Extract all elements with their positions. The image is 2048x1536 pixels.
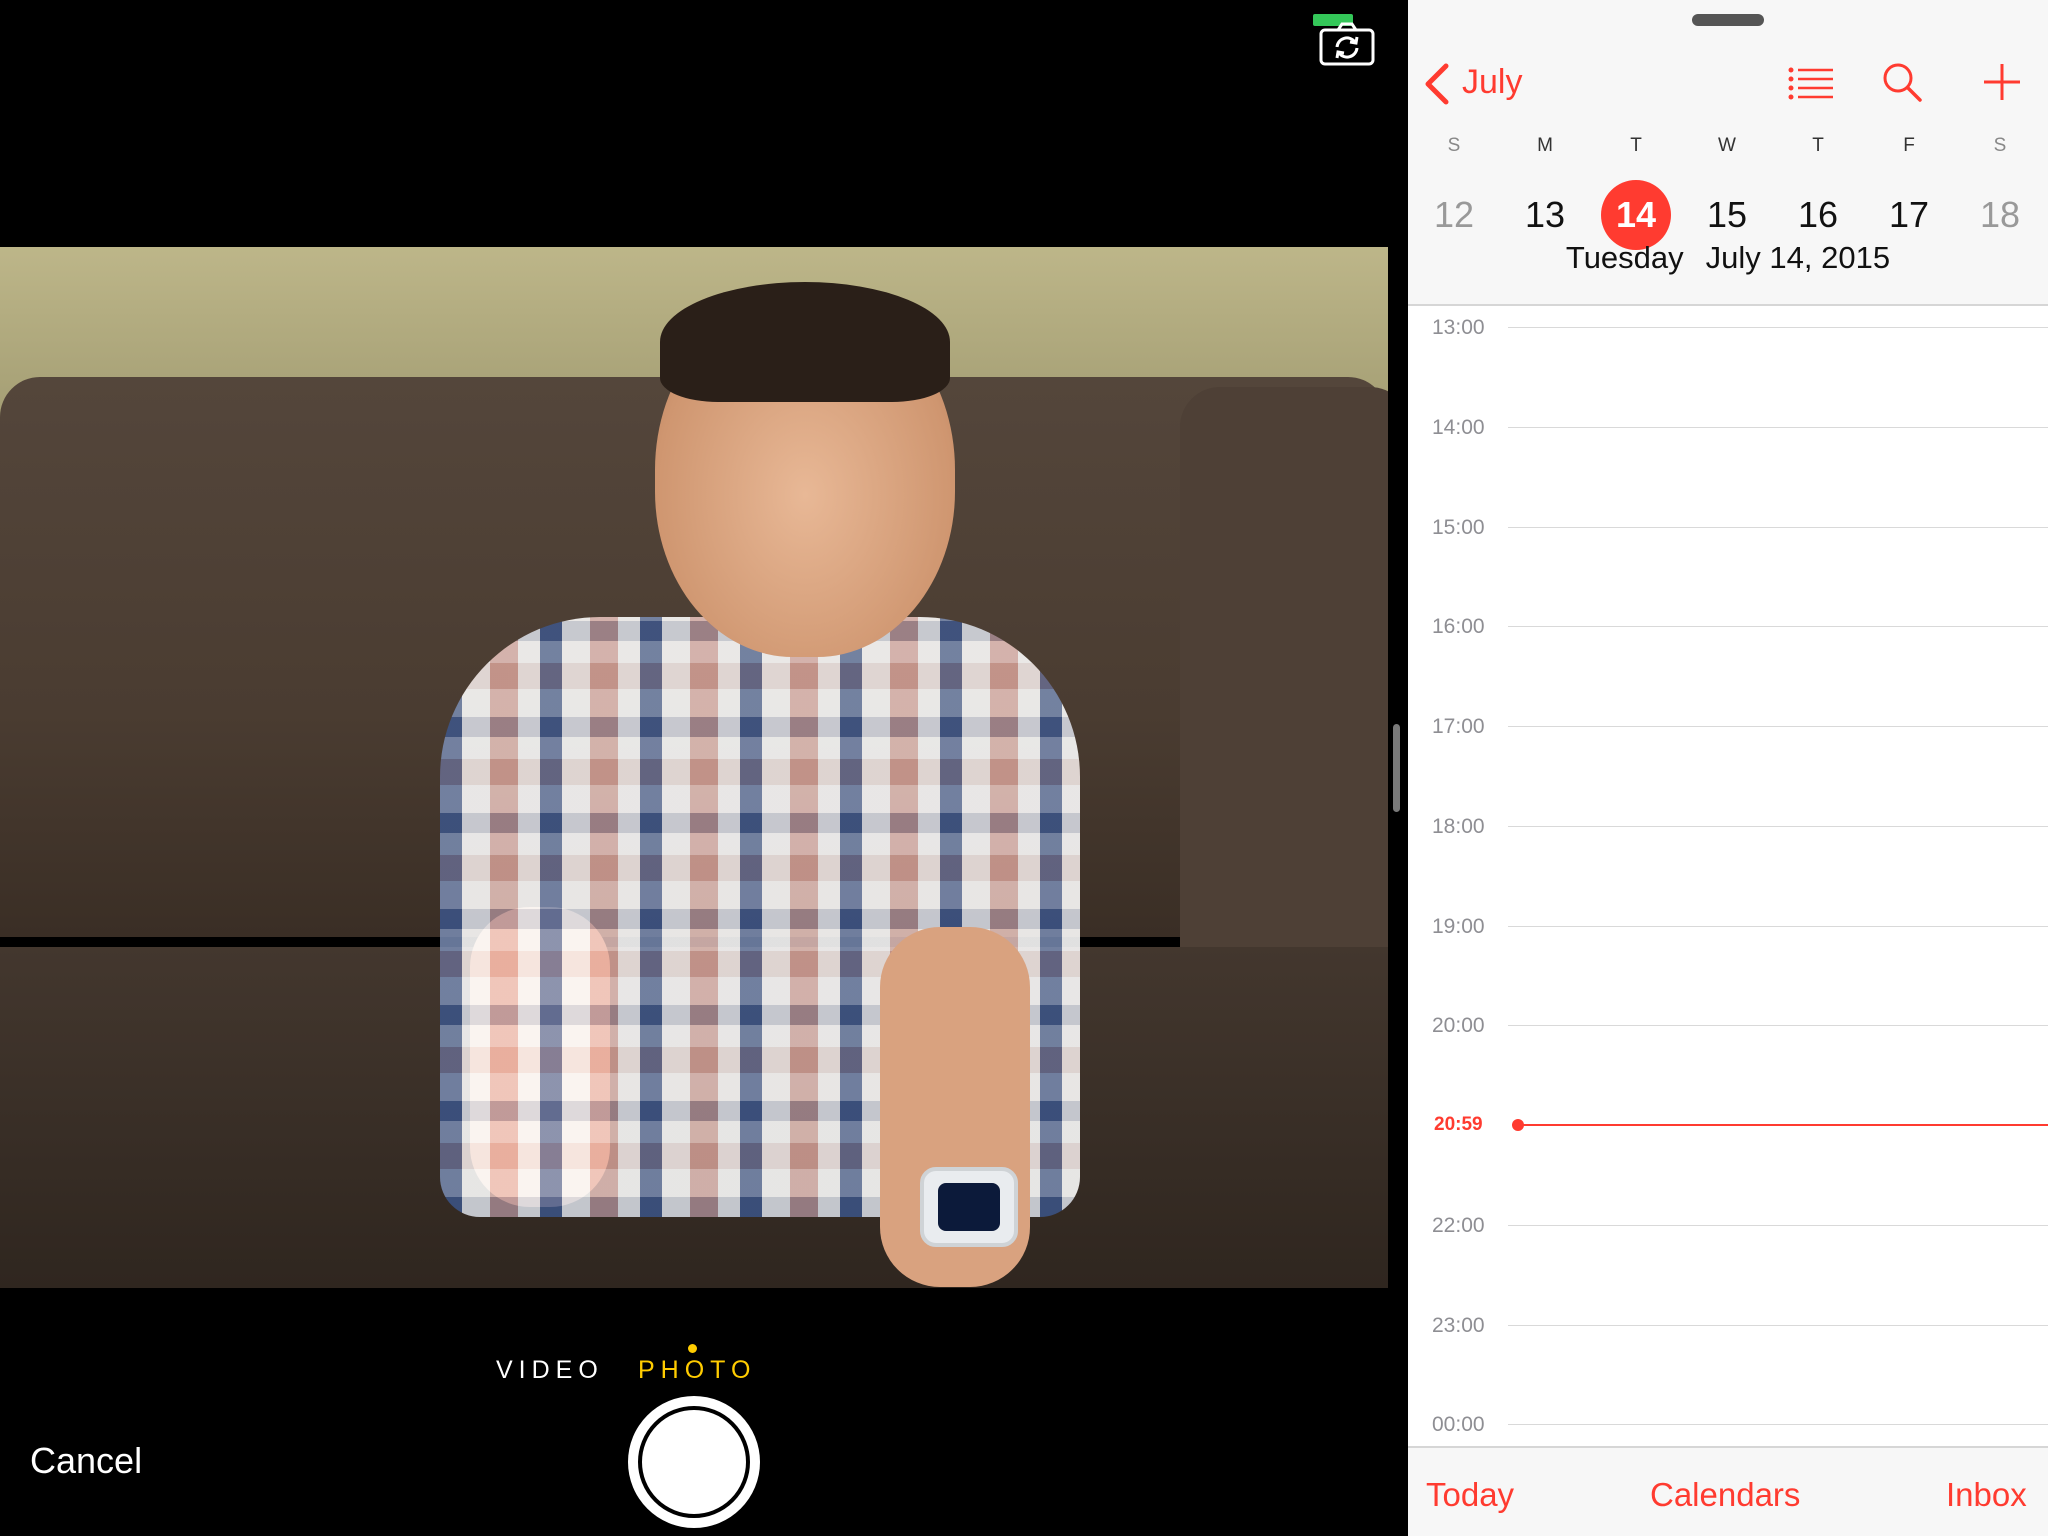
hour-line bbox=[1508, 926, 2048, 927]
hour-line bbox=[1508, 626, 2048, 627]
selected-date-caption: Tuesday July 14, 2015 bbox=[1408, 240, 2048, 276]
chevron-left-icon[interactable] bbox=[1422, 62, 1452, 106]
hour-line bbox=[1508, 427, 2048, 428]
weekday-label: T bbox=[1630, 135, 1642, 156]
hour-line bbox=[1508, 1225, 2048, 1226]
split-view-handle[interactable] bbox=[1393, 724, 1400, 812]
hour-label: 16:00 bbox=[1432, 615, 1485, 638]
hour-label: 18:00 bbox=[1432, 815, 1485, 838]
weekday-label: F bbox=[1903, 135, 1915, 156]
day-timeline[interactable]: 13:00 14:00 15:00 16:00 17:00 18:00 19:0… bbox=[1408, 304, 2048, 1446]
weekday-label: W bbox=[1718, 135, 1736, 156]
mode-photo[interactable]: PHOTO bbox=[638, 1356, 756, 1385]
hour-label: 15:00 bbox=[1432, 516, 1485, 539]
caption-date: July 14, 2015 bbox=[1705, 240, 1891, 275]
calendars-button[interactable]: Calendars bbox=[1650, 1476, 1800, 1514]
camera-flip-icon[interactable] bbox=[1318, 20, 1376, 66]
hour-line bbox=[1508, 1325, 2048, 1326]
calendar-pane: July S M T W T F S 12 13 14 15 16 17 18 … bbox=[1408, 0, 2048, 1536]
weekday-label: T bbox=[1812, 135, 1824, 156]
hour-label: 13:00 bbox=[1432, 316, 1485, 339]
caption-weekday: Tuesday bbox=[1565, 240, 1684, 275]
hour-line bbox=[1508, 327, 2048, 328]
search-icon[interactable] bbox=[1882, 62, 1922, 102]
calendar-toolbar: Today Calendars Inbox bbox=[1408, 1446, 2048, 1536]
calendar-header: July S M T W T F S 12 13 14 15 16 17 18 … bbox=[1408, 0, 2048, 306]
weekday-label: M bbox=[1537, 135, 1553, 156]
shutter-inner-ring bbox=[638, 1406, 750, 1518]
hour-label: 20:00 bbox=[1432, 1014, 1485, 1037]
list-icon[interactable] bbox=[1788, 66, 1834, 100]
child-hair bbox=[660, 282, 950, 402]
sofa-cushion bbox=[1180, 387, 1388, 987]
hour-label: 22:00 bbox=[1432, 1214, 1485, 1237]
hour-line bbox=[1508, 1424, 2048, 1425]
camera-controls: VIDEO PHOTO Cancel bbox=[0, 1288, 1408, 1536]
current-time-label: 20:59 bbox=[1434, 1114, 1483, 1135]
month-back-label[interactable]: July bbox=[1462, 63, 1522, 102]
shutter-button[interactable] bbox=[628, 1396, 760, 1528]
hour-line bbox=[1508, 726, 2048, 727]
inbox-button[interactable]: Inbox bbox=[1946, 1476, 2027, 1514]
hour-label: 17:00 bbox=[1432, 715, 1485, 738]
current-time-line bbox=[1518, 1124, 2048, 1126]
camera-pane: VIDEO PHOTO Cancel bbox=[0, 0, 1408, 1536]
hour-label: 00:00 bbox=[1432, 1413, 1485, 1436]
selected-mode-indicator bbox=[688, 1344, 697, 1353]
hour-line bbox=[1508, 1025, 2048, 1026]
hour-label: 14:00 bbox=[1432, 416, 1485, 439]
cancel-button[interactable]: Cancel bbox=[30, 1440, 142, 1482]
camera-viewfinder[interactable] bbox=[0, 247, 1388, 1288]
hour-label: 19:00 bbox=[1432, 915, 1485, 938]
today-button[interactable]: Today bbox=[1426, 1476, 1514, 1514]
watch-face bbox=[938, 1183, 1000, 1231]
hour-label: 23:00 bbox=[1432, 1314, 1485, 1337]
smartwatch bbox=[920, 1167, 1018, 1247]
add-icon[interactable] bbox=[1982, 62, 2022, 102]
mode-video[interactable]: VIDEO bbox=[496, 1356, 604, 1385]
hour-line bbox=[1508, 826, 2048, 827]
weekday-label: S bbox=[1993, 135, 2007, 156]
hour-line bbox=[1508, 527, 2048, 528]
weekday-label: S bbox=[1447, 135, 1461, 156]
slide-over-grabber[interactable] bbox=[1692, 14, 1764, 26]
